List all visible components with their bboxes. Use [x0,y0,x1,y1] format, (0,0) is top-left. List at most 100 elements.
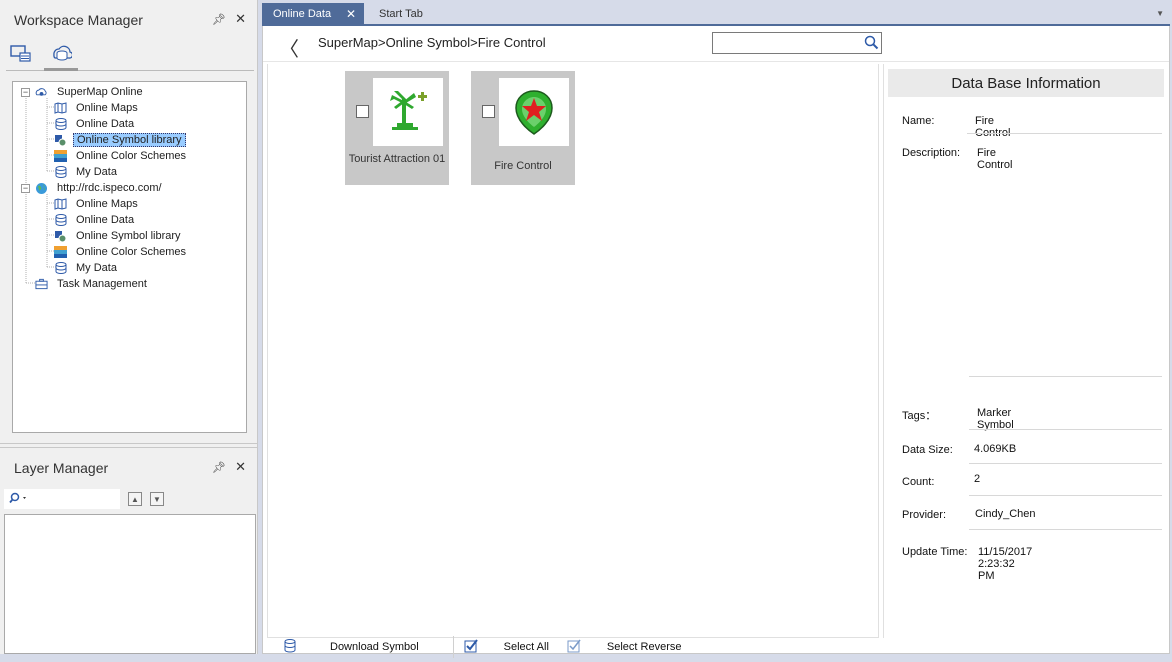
close-icon[interactable]: ✕ [235,459,246,475]
tab-online-data[interactable]: Online Data ✕ [262,3,364,25]
close-icon[interactable]: ✕ [235,11,246,27]
tab-strip: Online Data ✕ Start Tab ▼ [262,2,1170,26]
layer-list[interactable] [4,514,256,654]
tree-node-online-maps-2[interactable]: Online Maps [13,196,246,212]
tab-label: Start Tab [379,8,423,20]
color-scheme-icon [54,246,67,259]
tree-node-online-data[interactable]: Online Data [13,116,246,132]
layer-manager-title: Layer Manager [14,460,109,476]
workspace-tree: − SuperMap Online Online Maps Online Dat… [12,81,247,433]
tree-node-label: Online Data [76,214,135,226]
layer-manager-panel: Layer Manager 📌︎ ✕ ▲ ▼ [0,447,258,654]
symbol-name: Tourist Attraction 01 [348,153,446,165]
tree-node-label: Online Maps [76,102,138,114]
tree-node-my-data[interactable]: My Data [13,164,246,180]
download-symbol-button[interactable]: Download Symbol [284,638,419,656]
info-label: Description: [902,147,961,159]
tree-node-my-data-2[interactable]: My Data [13,260,246,276]
info-value: Cindy_Chen [975,508,1036,520]
tree-node-online-color-schemes[interactable]: Online Color Schemes [13,148,246,164]
info-label: Tags： [902,410,937,422]
select-all-label: Select All [503,641,549,653]
database-icon [54,262,67,275]
symbol-card[interactable]: Fire Control [471,71,575,185]
tree-node-label: Online Color Schemes [76,150,187,162]
symbol-checkbox[interactable] [356,105,369,118]
info-row-update-time: Update Time: 11/15/2017 2:23:32 PM [902,546,1032,582]
database-icon [54,118,67,131]
divider [969,376,1162,377]
move-up-button[interactable]: ▲ [128,492,142,506]
tree-node-supermap-online[interactable]: − SuperMap Online [13,84,246,100]
divider [969,495,1162,496]
tree-node-online-symbol-library-2[interactable]: Online Symbol library [13,228,246,244]
info-label: Name: [902,115,935,127]
tree-node-rdc-ispeco[interactable]: − http://rdc.ispeco.com/ [13,180,246,196]
symbol-name: Fire Control [494,160,552,172]
left-dock: Workspace Manager 📌︎ ✕ − SuperMap Online… [0,0,258,654]
tree-node-online-data-2[interactable]: Online Data [13,212,246,228]
action-bar: Download Symbol Select All Select Revers… [284,632,682,662]
pin-icon[interactable]: 📌︎ [212,461,226,474]
online-data-content: 〈 SuperMap>Online Symbol>Fire Control To… [262,26,1170,658]
info-value: Fire Control [975,115,1011,139]
tab-list-dropdown-icon[interactable]: ▼ [1156,9,1164,18]
pin-icon[interactable]: 📌︎ [212,13,226,26]
triangle-up-icon: ▲ [131,494,139,504]
map-icon [54,198,67,211]
info-value: 11/15/2017 2:23:32 PM [978,546,1033,582]
palm-tree-icon [373,78,443,146]
layer-search-box[interactable] [4,489,120,509]
info-value: 2 [974,473,981,485]
search-icon[interactable] [864,35,879,53]
info-label: Count: [902,476,935,488]
tab-start-tab[interactable]: Start Tab [368,3,431,25]
close-tab-icon[interactable]: ✕ [346,7,356,21]
globe-icon [35,182,48,195]
color-scheme-icon [54,150,67,163]
workspace-manager-title: Workspace Manager [14,12,143,28]
symbol-checkbox[interactable] [482,105,495,118]
tree-node-label: My Data [76,166,117,178]
info-row-name: Name: Fire Control [902,115,1010,139]
move-down-button[interactable]: ▼ [150,492,164,506]
symbol-library-icon [54,230,67,243]
info-row-tags: Tags： Marker Symbol [902,407,1014,431]
symbol-search-box[interactable] [712,32,882,54]
tree-node-label: Online Maps [76,198,138,210]
symbol-card[interactable]: Tourist Attraction 01 [345,71,449,185]
select-reverse-button[interactable]: Select Reverse [567,639,682,656]
map-icon [54,102,67,115]
info-row-data-size: Data Size: 4.069KB [902,443,1016,456]
info-label: Update Time: [902,546,968,558]
info-row-count: Count: 2 [902,473,980,488]
tree-node-online-symbol-library[interactable]: Online Symbol library [13,132,246,148]
document-area: Online Data ✕ Start Tab ▼ 〈 SuperMap>Onl… [262,2,1170,658]
back-arrow-icon[interactable]: 〈 [279,33,299,62]
tree-node-online-color-schemes-2[interactable]: Online Color Schemes [13,244,246,260]
tree-node-label: Online Color Schemes [76,246,187,258]
tree-node-label: Task Management [57,278,147,290]
collapse-icon[interactable]: − [21,87,30,97]
info-label: Provider: [902,509,947,521]
select-reverse-label: Select Reverse [606,641,682,653]
select-all-button[interactable]: Select All [464,638,549,656]
search-icon[interactable] [9,492,29,507]
info-value: Marker Symbol [977,407,1014,431]
checkbox-checked-icon [464,638,478,656]
info-value: Fire Control [977,147,1013,171]
database-icon [284,638,296,656]
info-value: 4.069KB [974,443,1017,455]
tree-node-online-maps[interactable]: Online Maps [13,100,246,116]
collapse-icon[interactable]: − [21,183,30,193]
tree-node-label: Online Data [76,118,135,130]
tree-node-task-management[interactable]: Task Management [13,276,246,292]
online-tab-icon[interactable] [48,42,74,64]
workspace-manager-header: Workspace Manager 📌︎ ✕ [0,0,258,40]
navigation-bar: 〈 SuperMap>Online Symbol>Fire Control [263,26,1169,62]
breadcrumb: SuperMap>Online Symbol>Fire Control [318,35,546,50]
workspace-tab-underline [6,68,254,73]
info-label: Data Size: [902,444,953,456]
tab-label: Online Data [273,8,332,20]
workspace-tab-icon[interactable] [8,42,34,64]
